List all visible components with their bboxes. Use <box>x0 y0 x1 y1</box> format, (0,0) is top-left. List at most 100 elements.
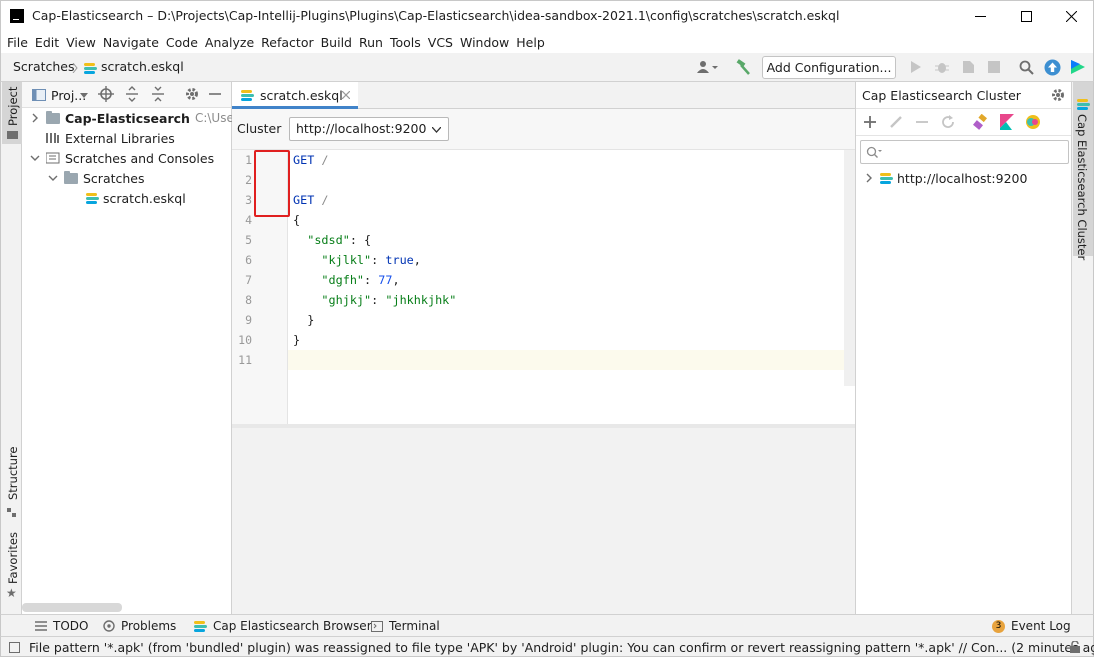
star-icon: ★ <box>6 586 17 600</box>
line-number: 1 <box>245 153 252 167</box>
code-token-key: "kjlkl" <box>321 253 372 267</box>
project-folder-icon <box>7 131 18 139</box>
status-message[interactable]: File pattern '*.apk' (from 'bundled' plu… <box>29 640 1094 655</box>
tree-item-scratch-file[interactable]: scratch.eskql <box>86 188 186 208</box>
info-circle-icon <box>103 620 115 632</box>
coverage-button[interactable] <box>958 57 978 77</box>
edit-cluster-button[interactable] <box>889 115 903 129</box>
debug-button[interactable] <box>932 57 952 77</box>
code-token-tail: , <box>413 253 421 267</box>
elasticsearch-file-icon <box>84 63 97 74</box>
tree-item-scratches[interactable]: Scratches <box>48 168 145 188</box>
cluster-search-input[interactable] <box>860 140 1069 164</box>
code-line: "ghjkj": "jhkhkjhk" <box>293 290 456 310</box>
favorites-tool-tab[interactable]: Favorites ★ <box>2 532 22 604</box>
tab-scratch-eskql[interactable]: scratch.eskql <box>232 82 358 109</box>
menu-edit[interactable]: Edit <box>35 35 59 50</box>
chevron-down-icon <box>48 175 58 181</box>
breadcrumb-scratches[interactable]: Scratches <box>13 59 75 74</box>
menu-refactor[interactable]: Refactor <box>261 35 313 50</box>
code-line: GET / <box>293 190 329 210</box>
search-everywhere-button[interactable] <box>1016 57 1036 77</box>
todo-tool-button[interactable]: TODO <box>35 619 88 633</box>
menu-window[interactable]: Window <box>460 35 509 50</box>
terminal-tool-button[interactable]: Terminal <box>371 619 440 633</box>
code-token-indent <box>293 253 321 267</box>
line-number: 10 <box>238 333 252 347</box>
structure-tool-tab[interactable]: Structure <box>2 447 22 528</box>
cluster-tool-tab[interactable]: Cap Elasticsearch Cluster <box>1073 82 1093 260</box>
cluster-panel-settings-button[interactable] <box>1050 87 1066 103</box>
menu-build[interactable]: Build <box>321 35 352 50</box>
locate-file-button[interactable] <box>98 86 116 104</box>
menu-file[interactable]: File <box>7 35 28 50</box>
cluster-dropdown[interactable]: http://localhost:9200 <box>289 117 449 141</box>
title-bar: Cap-Elasticsearch – D:\Projects\Cap-Inte… <box>0 0 1094 31</box>
build-button[interactable] <box>733 57 753 77</box>
plus-icon <box>864 116 876 128</box>
maximize-button[interactable] <box>1003 1 1049 32</box>
stop-button[interactable] <box>984 57 1004 77</box>
project-settings-button[interactable] <box>184 86 202 104</box>
chevron-right-icon <box>32 113 38 123</box>
code-token-plain: } <box>293 333 301 347</box>
expand-all-icon <box>126 86 138 102</box>
add-cluster-button[interactable] <box>864 115 878 129</box>
hide-panel-button[interactable] <box>208 86 226 104</box>
stop-icon <box>988 61 1000 73</box>
intellij-app-icon <box>10 9 24 23</box>
problems-tool-button[interactable]: Problems <box>103 619 176 633</box>
crosshair-icon <box>98 86 114 102</box>
horizontal-scrollbar[interactable] <box>22 603 122 612</box>
menu-view[interactable]: View <box>66 35 96 50</box>
cluster-info-button[interactable] <box>1025 114 1041 130</box>
code-token-indent <box>293 293 321 307</box>
menu-tools[interactable]: Tools <box>390 35 421 50</box>
event-log-tool-button[interactable]: 3 Event Log <box>992 619 1071 633</box>
close-window-button[interactable] <box>1048 1 1094 32</box>
menu-analyze[interactable]: Analyze <box>205 35 254 50</box>
refresh-cluster-button[interactable] <box>941 115 955 129</box>
tree-item-external-libraries[interactable]: External Libraries <box>46 128 175 148</box>
scratches-icon <box>46 152 60 164</box>
cluster-tree-item[interactable]: http://localhost:9200 <box>864 168 1027 188</box>
run-button[interactable] <box>906 57 926 77</box>
cluster-panel-title: Cap Elasticsearch Cluster <box>862 88 1021 103</box>
tree-item-scratches-consoles[interactable]: Scratches and Consoles <box>30 148 214 168</box>
jetbrains-plugin-button[interactable] <box>1068 57 1088 77</box>
code-token-indent <box>293 273 321 287</box>
cluster-tree-item-label: http://localhost:9200 <box>897 170 1028 186</box>
menu-vcs[interactable]: VCS <box>428 35 453 50</box>
line-number: 8 <box>245 293 252 307</box>
user-menu-button[interactable] <box>695 57 721 77</box>
remove-cluster-button[interactable] <box>915 115 929 129</box>
cluster-tool-tab-label: Cap Elasticsearch Cluster <box>1075 114 1089 261</box>
add-configuration-button[interactable]: Add Configuration... <box>762 56 896 79</box>
vertical-scrollbar[interactable] <box>844 150 855 386</box>
expand-all-button[interactable] <box>124 86 142 104</box>
update-button[interactable] <box>1042 57 1062 77</box>
collapse-all-button[interactable] <box>150 86 168 104</box>
lock-icon[interactable] <box>1069 641 1081 653</box>
menu-code[interactable]: Code <box>166 35 198 50</box>
minimize-button[interactable] <box>957 1 1003 32</box>
menu-navigate[interactable]: Navigate <box>103 35 159 50</box>
tool-windows-toggle-icon[interactable] <box>9 642 20 653</box>
tree-item-label: Scratches <box>83 170 145 186</box>
project-tool-tab[interactable]: Project <box>2 82 22 144</box>
breadcrumb-separator-icon <box>72 63 78 73</box>
menu-help[interactable]: Help <box>516 35 545 50</box>
chevron-down-icon <box>80 93 88 98</box>
browser-tool-button[interactable]: Cap Elasticsearch Browser <box>194 619 372 633</box>
code-token-kw: GET <box>293 153 315 167</box>
pencil-icon <box>890 116 902 128</box>
cluster-label: Cluster <box>237 121 282 136</box>
close-tab-icon[interactable] <box>342 91 350 99</box>
tree-item-project-root[interactable]: Cap-Elasticsearch C:\Users\ <box>30 108 249 128</box>
kibana-button[interactable] <box>1000 114 1014 130</box>
breadcrumb-file[interactable]: scratch.eskql <box>101 59 184 74</box>
highlight-button[interactable] <box>973 114 989 130</box>
menu-run[interactable]: Run <box>359 35 383 50</box>
code-editor[interactable]: GET / GET /{ "sdsd": { "kjlkl": true, "dg… <box>288 150 855 424</box>
tab-label: scratch.eskql <box>260 88 343 103</box>
